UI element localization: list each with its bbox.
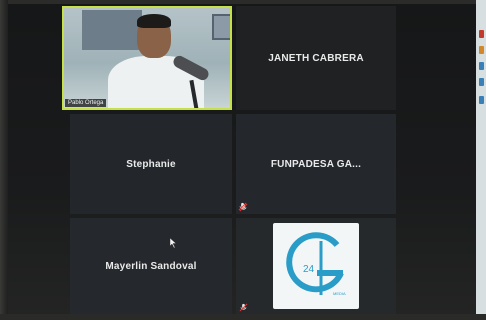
participant-name: JANETH CABRERA [268,52,364,64]
participant-name: FUNPADESA GA... [270,158,362,170]
microphone-muted-icon [239,303,248,312]
participant-tile[interactable]: JANETH CABRERA [236,6,396,110]
screen-bezel-left [0,0,8,320]
screen-bezel-right [476,0,486,320]
g24-logo-icon: 24 MEDIA [286,232,346,296]
participant-name: Mayerlin Sandoval [105,260,197,272]
participant-logo: 24 MEDIA [273,223,359,309]
microphone-muted-icon [238,202,247,211]
logo-sub: MEDIA [333,291,346,296]
edge-mark [479,78,484,86]
participant-tile-logo[interactable]: 24 MEDIA [236,218,396,314]
edge-mark [479,46,484,54]
mouse-pointer-icon [170,238,177,248]
edge-mark [479,96,484,104]
video-shelf [82,10,142,50]
participant-name: Stephanie [126,158,176,170]
video-wall-frame [212,14,230,40]
edge-mark [479,62,484,70]
edge-mark [479,30,484,38]
participant-tile[interactable]: FUNPADESA GA... [236,114,396,214]
participant-tile[interactable]: Stephanie [70,114,232,214]
participant-tile-video[interactable]: Pablo Ortega [62,6,232,110]
participant-name-tag: Pablo Ortega [65,99,107,107]
logo-number: 24 [303,264,315,275]
participant-hair [137,14,171,28]
participant-tile[interactable]: Mayerlin Sandoval [70,218,232,314]
screen-bezel-bottom [0,314,486,320]
video-grid: Pablo Ortega JANETH CABRERA Stephanie FU… [8,4,476,316]
